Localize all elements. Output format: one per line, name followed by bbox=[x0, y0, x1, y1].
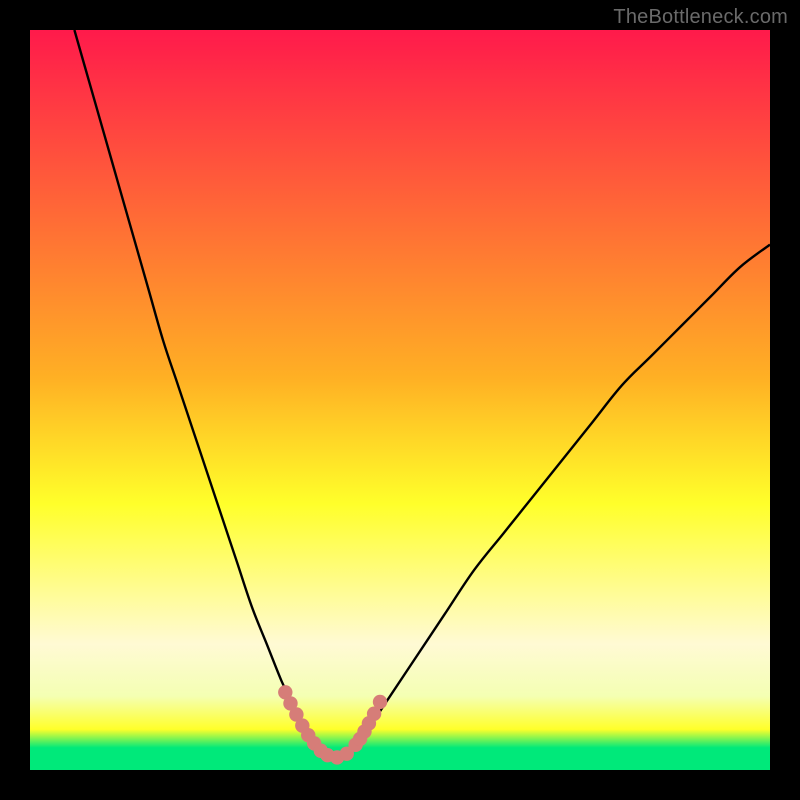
highlight-marker bbox=[373, 695, 387, 709]
watermark-text: TheBottleneck.com bbox=[613, 6, 788, 29]
plot-area bbox=[30, 30, 770, 770]
gradient-background bbox=[30, 30, 770, 770]
chart-svg bbox=[30, 30, 770, 770]
chart-frame: TheBottleneck.com bbox=[0, 0, 800, 800]
